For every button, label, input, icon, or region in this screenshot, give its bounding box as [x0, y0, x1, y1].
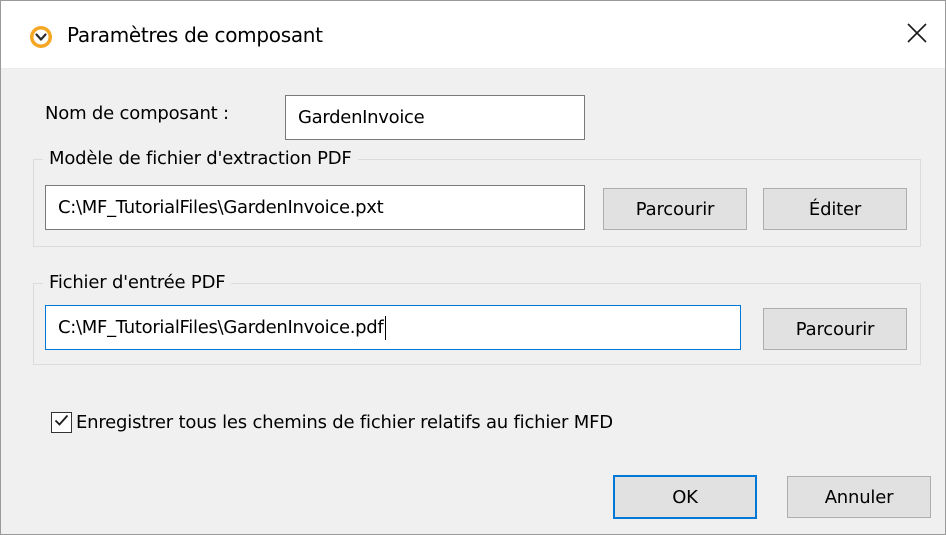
- relative-paths-checkbox[interactable]: [51, 412, 72, 433]
- template-edit-label: Éditer: [808, 198, 862, 220]
- template-browse-button[interactable]: Parcourir: [603, 188, 747, 230]
- component-name-value: GardenInvoice: [298, 107, 425, 128]
- title-bar: Paramètres de composant: [1, 1, 945, 69]
- input-file-path-input[interactable]: C:\MF_TutorialFiles\GardenInvoice.pdf: [45, 305, 741, 350]
- text-caret: [385, 315, 387, 340]
- template-edit-button[interactable]: Éditer: [763, 188, 907, 230]
- component-name-label: Nom de composant :: [45, 103, 229, 124]
- ok-button[interactable]: OK: [613, 475, 757, 519]
- template-file-path-value: C:\MF_TutorialFiles\GardenInvoice.pxt: [58, 197, 384, 218]
- input-file-legend: Fichier d'entrée PDF: [43, 272, 232, 293]
- template-browse-label: Parcourir: [635, 198, 715, 220]
- ok-label: OK: [672, 486, 698, 508]
- close-icon: [906, 22, 928, 49]
- input-browse-button[interactable]: Parcourir: [763, 308, 907, 350]
- close-button[interactable]: [897, 13, 937, 57]
- cancel-label: Annuler: [824, 486, 894, 508]
- input-browse-label: Parcourir: [795, 318, 875, 340]
- altova-mapforce-icon: [29, 25, 53, 49]
- component-settings-dialog: Paramètres de composant Nom de composant…: [0, 0, 946, 535]
- component-name-input[interactable]: GardenInvoice: [285, 95, 585, 140]
- template-file-path-input[interactable]: C:\MF_TutorialFiles\GardenInvoice.pxt: [45, 185, 585, 230]
- input-file-path-value: C:\MF_TutorialFiles\GardenInvoice.pdf: [58, 317, 384, 338]
- relative-paths-label[interactable]: Enregistrer tous les chemins de fichier …: [76, 412, 613, 433]
- checkmark-icon: [53, 412, 70, 434]
- cancel-button[interactable]: Annuler: [787, 476, 931, 518]
- template-file-legend: Modèle de fichier d'extraction PDF: [43, 148, 358, 169]
- dialog-title: Paramètres de composant: [67, 23, 323, 47]
